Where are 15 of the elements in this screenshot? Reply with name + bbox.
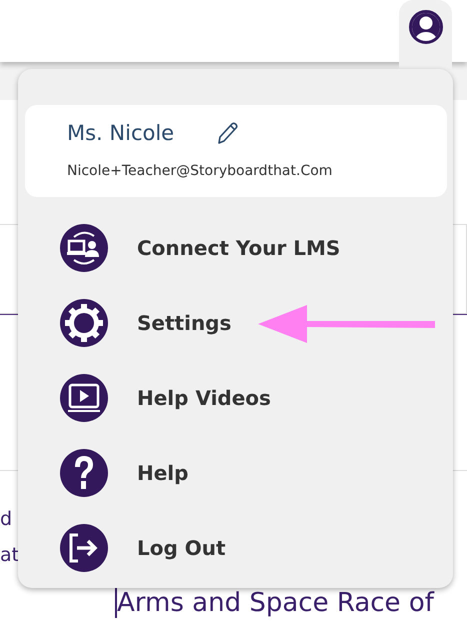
edit-icon[interactable] <box>216 121 238 145</box>
menu-item[interactable]: Help <box>60 435 188 510</box>
user-name: Ms. Nicole <box>67 121 174 145</box>
user-icon <box>408 10 442 44</box>
text-fragment: at <box>0 543 20 568</box>
menu-item[interactable]: Log Out <box>60 510 226 585</box>
menu-item[interactable]: Connect Your LMS <box>60 210 340 285</box>
question-mark-icon <box>60 448 108 496</box>
user-email: Nicole+Teacher@Storyboardthat.Com <box>67 163 334 179</box>
play-video-icon <box>60 374 108 422</box>
text-fragment: d <box>0 507 12 532</box>
gear-icon <box>60 298 108 346</box>
menu-item[interactable]: Settings <box>60 285 232 360</box>
menu-item[interactable]: Help Videos <box>60 360 271 435</box>
lms-icon <box>60 224 108 272</box>
